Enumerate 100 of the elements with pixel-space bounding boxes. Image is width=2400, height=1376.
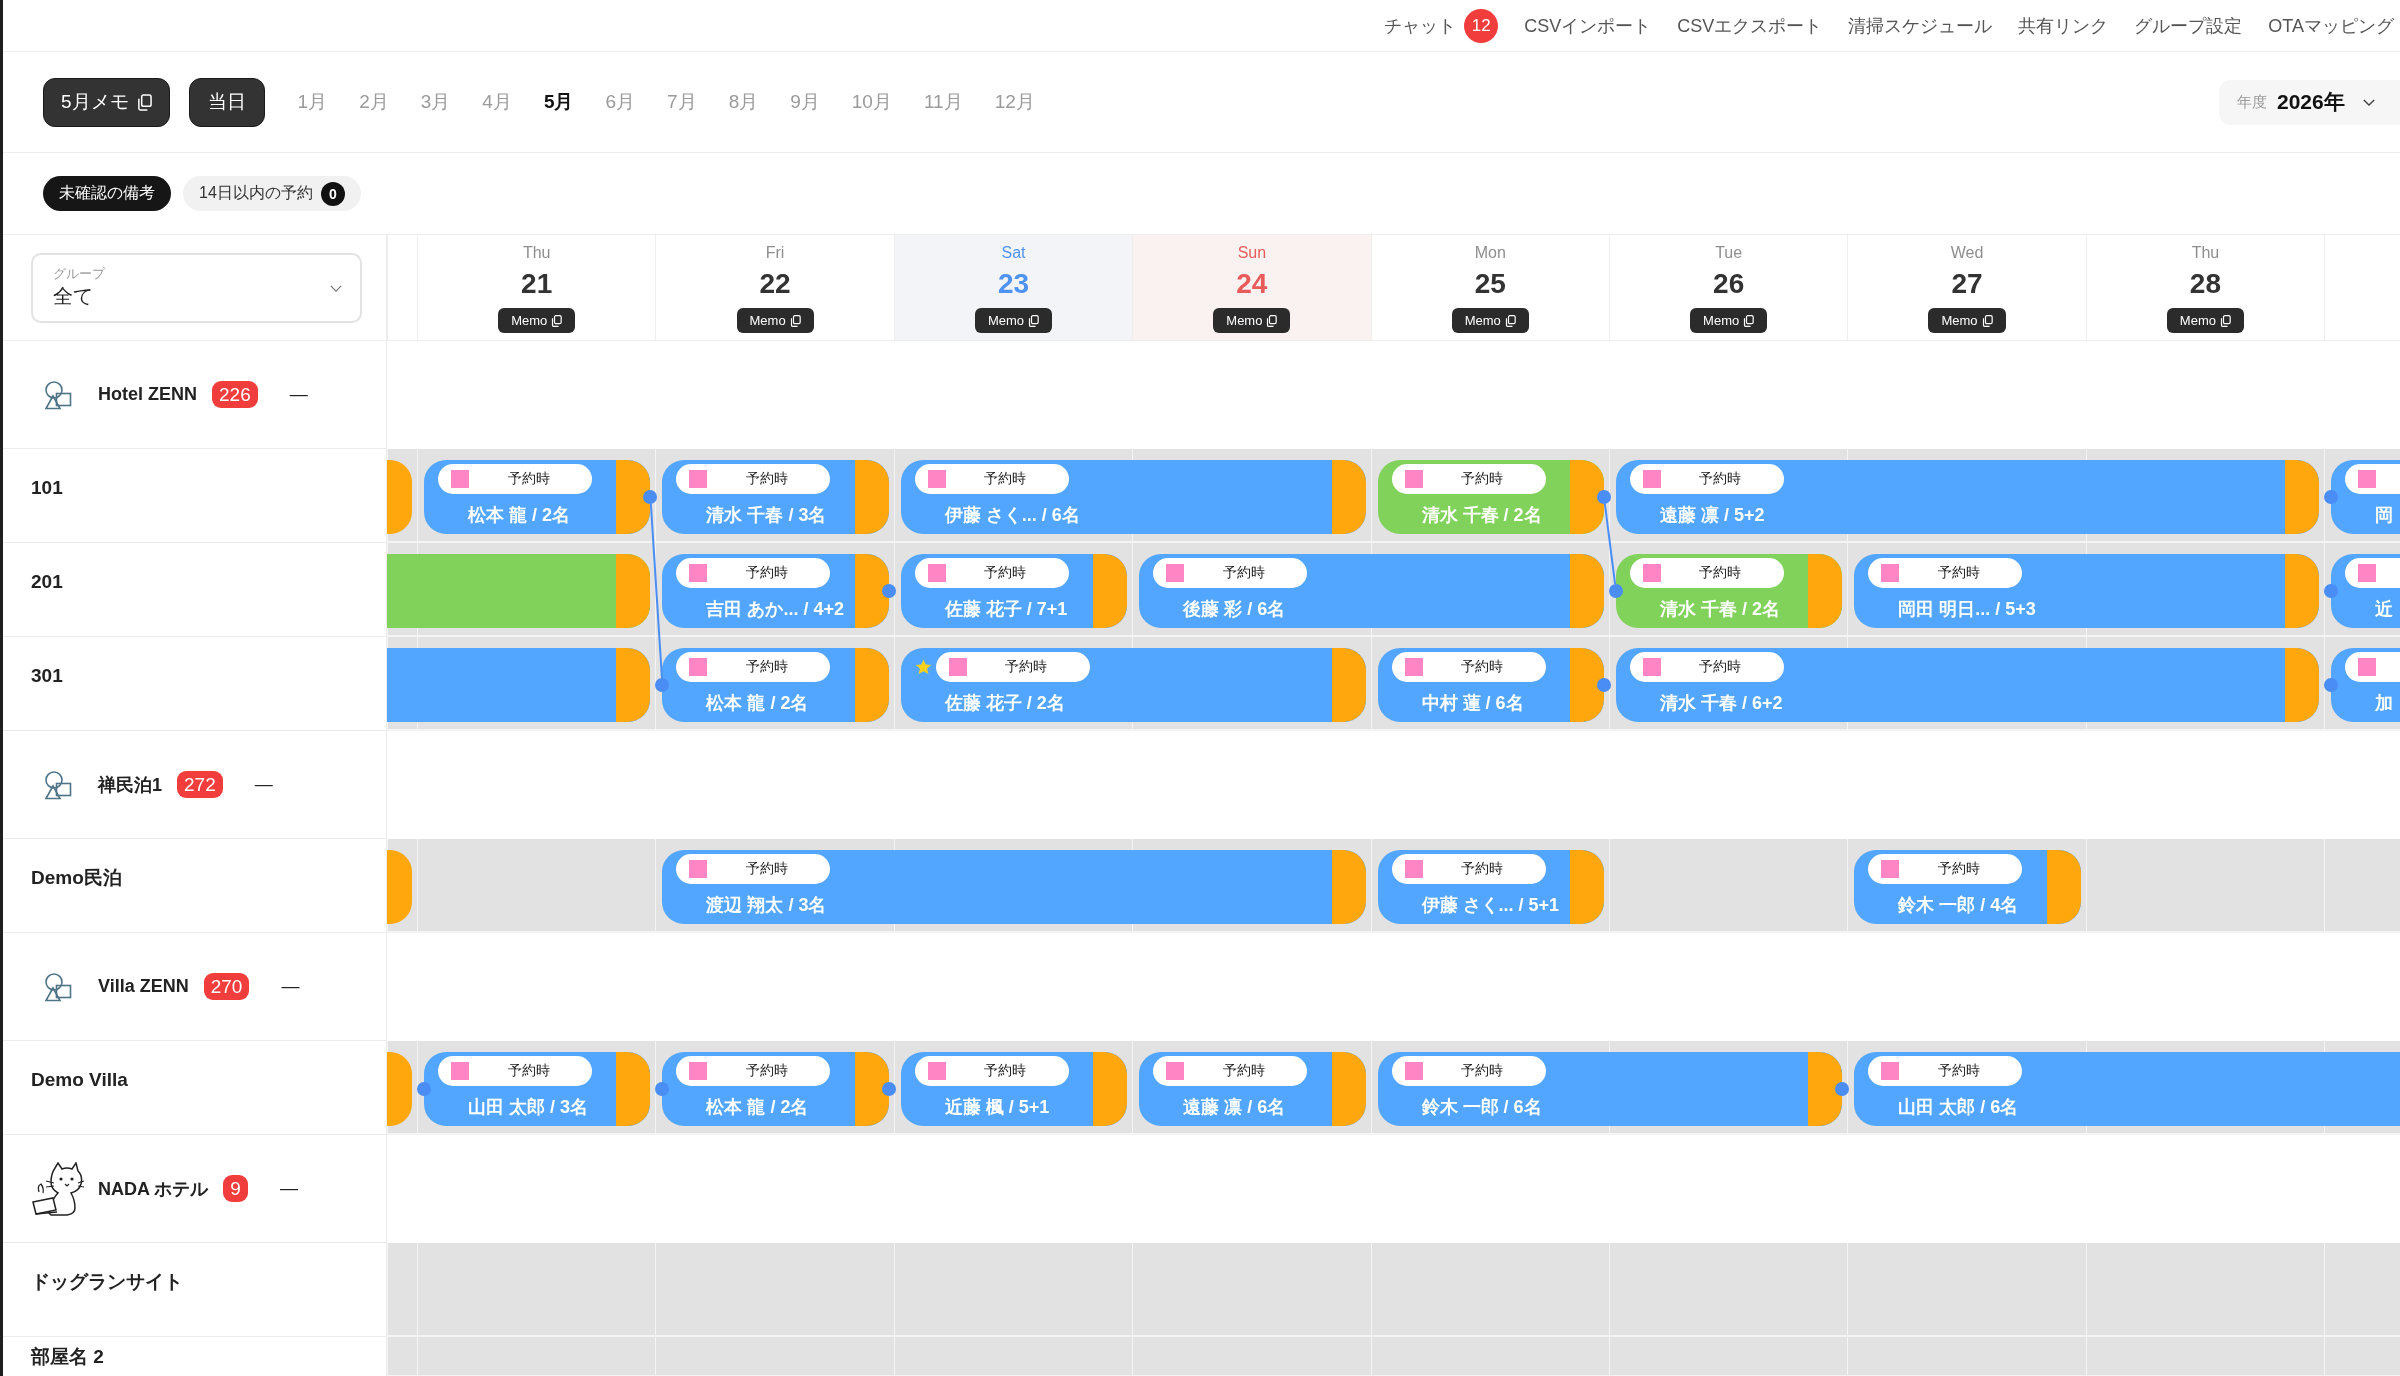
guest-label: 遠藤 凛 / 6名 [1183, 1096, 1286, 1119]
count-badge: 9 [223, 1175, 248, 1202]
tag-swatch-icon [1404, 1062, 1423, 1080]
guest-label: 山田 太郎 / 6名 [1898, 1096, 2019, 1119]
booking-bar[interactable]: 予約時 山田 太郎 / 3名 [424, 1052, 651, 1126]
memo-button[interactable]: Memo [498, 308, 576, 333]
room-name: Demo民泊 [31, 865, 122, 890]
booking-bar[interactable]: 予約時 鈴木 一郎 / 6名 [1377, 1052, 1843, 1126]
memo-button[interactable]: Memo [2166, 308, 2244, 333]
guest-label: 中村 蓮 / 6名 [1421, 692, 1524, 715]
booking-bar[interactable]: 予約時 清水 千春 / 3名 [662, 460, 889, 534]
tag-swatch-icon [689, 860, 708, 878]
booking-bar[interactable]: 予約時 清水 千春 / 2名 [1377, 460, 1604, 534]
collapse-button[interactable]: — [289, 384, 308, 405]
booking-bar[interactable]: 予約時 佐藤 花子 / 2名 [900, 648, 1366, 722]
booking-bar[interactable] [387, 648, 651, 722]
tag-label: 予約時 [1698, 470, 1743, 488]
tag-swatch-icon [689, 1062, 708, 1080]
tag-swatch-icon [689, 658, 708, 676]
memo-button[interactable]: Memo [1451, 308, 1529, 333]
tag-label: 予約時 [744, 658, 789, 676]
memo-button[interactable]: Memo [1213, 308, 1291, 333]
memo-button[interactable]: Memo [1690, 308, 1768, 333]
copy-icon [1981, 314, 1993, 327]
booking-bar[interactable]: 予約時 山田 太郎 / 6名 [1854, 1052, 2400, 1126]
memo-button[interactable]: Memo [974, 308, 1053, 333]
guest-label: 清水 千春 / 2名 [1421, 504, 1542, 527]
guest-label: 鈴木 一郎 / 4名 [1898, 894, 2019, 917]
weekday-label: Thu [2191, 243, 2220, 263]
booking-bar[interactable]: 予約時 松本 龍 / 2名 [662, 648, 889, 722]
tag-swatch-icon [451, 1062, 469, 1080]
collapse-button[interactable]: — [281, 976, 300, 997]
nav-link[interactable]: OTAマッピング [2268, 13, 2394, 38]
booking-bar[interactable]: 予約時 清水 千春 / 6+2 [1615, 648, 2320, 722]
guest-label: 伊藤 さく... / 6名 [944, 504, 1080, 527]
tag-swatch-icon [1642, 564, 1661, 582]
memo-button[interactable]: 5月メモ [43, 77, 170, 127]
year-select[interactable]: 年度 2026年 [2219, 79, 2400, 125]
chevron-icon [330, 284, 342, 292]
weekday-label: Mon [1474, 243, 1506, 263]
guest-label: 遠藤 凛 / 5+2 [1659, 504, 1765, 527]
guest-label: 岡 [2375, 504, 2394, 527]
guest-label: 吉田 あか... / 4+2 [706, 598, 844, 621]
tag-label: 予約時 [983, 564, 1028, 582]
weekday-label: Thu [522, 243, 551, 263]
booking-bar[interactable]: 予約時 近藤 楓 / 5+1 [900, 1052, 1128, 1126]
nav-link[interactable]: 清掃スケジュール [1848, 13, 1993, 38]
collapse-button[interactable]: — [254, 774, 273, 795]
tag-label: 予約時 [506, 470, 551, 488]
memo-button[interactable]: Memo [1928, 308, 2006, 333]
group-select[interactable]: グループ 全て [31, 253, 362, 323]
booking-bar[interactable]: 予約時 吉田 あか... / 4+2 [662, 554, 889, 628]
month-tab[interactable]: 5月 [543, 89, 574, 115]
booking-bar[interactable]: 予約時 伊藤 さく... / 5+1 [1377, 850, 1604, 924]
room-name: 201 [31, 570, 63, 593]
date-number: 27 [1951, 267, 1983, 301]
booking-bar[interactable]: 予約時 松本 龍 / 2名 [424, 460, 651, 534]
tag-swatch-icon [1642, 470, 1661, 488]
booking-bar[interactable]: 予約時 遠藤 凛 / 5+2 [1615, 460, 2320, 534]
group-select-label: グループ [53, 266, 105, 282]
date-number: 26 [1713, 267, 1745, 301]
tag-label: 予約時 [744, 470, 789, 488]
group-select-value: 全て [53, 284, 93, 309]
nav-link[interactable]: 共有リンク [2018, 13, 2109, 38]
count-badge: 270 [203, 973, 250, 1000]
guest-label: 清水 千春 / 3名 [706, 504, 827, 527]
tag-label: 予約時 [1936, 860, 1981, 878]
tag-swatch-icon [1881, 564, 1900, 582]
tag-swatch-icon [948, 658, 967, 676]
today-button[interactable]: 当日 [188, 77, 265, 127]
nav-link[interactable]: チャット [1384, 13, 1457, 38]
guest-label: 佐藤 花子 / 7+1 [944, 598, 1068, 621]
tag-swatch-icon [1404, 470, 1423, 488]
tag-swatch-icon [2358, 658, 2377, 676]
filter-chip[interactable]: 未確認の備考 [43, 176, 171, 211]
booking-bar[interactable]: 予約時 伊藤 さく... / 6名 [900, 460, 1366, 534]
booking-bar[interactable]: 予約時 清水 千春 / 2名 [1615, 554, 1843, 628]
booking-bar[interactable]: 予約時 後藤 彩 / 6名 [1139, 554, 1604, 628]
tag-label: 予約時 [1460, 1062, 1505, 1080]
collapse-button[interactable]: — [279, 1178, 298, 1199]
tag-label: 予約時 [1698, 564, 1743, 582]
date-number: 22 [759, 267, 791, 301]
booking-bar[interactable]: 予約時 佐藤 花子 / 7+1 [900, 554, 1128, 628]
guest-label: 後藤 彩 / 6名 [1183, 598, 1286, 621]
booking-bar[interactable]: 予約時 中村 蓮 / 6名 [1377, 648, 1604, 722]
nav-link[interactable]: グループ設定 [2134, 13, 2243, 38]
filter-chip[interactable]: 14日以内の予約 0 [183, 176, 361, 211]
guest-label: 近 [2375, 598, 2394, 621]
booking-bar[interactable]: 予約時 渡辺 翔太 / 3名 [662, 850, 1366, 924]
booking-bar[interactable]: 予約時 鈴木 一郎 / 4名 [1854, 850, 2081, 924]
booking-bar[interactable]: 予約時 遠藤 凛 / 6名 [1139, 1052, 1366, 1126]
copy-icon [1266, 314, 1278, 327]
weekday-label: Sun [1237, 243, 1267, 263]
booking-bar[interactable]: 予約時 松本 龍 / 2名 [662, 1052, 889, 1126]
tag-label: 予約時 [983, 470, 1028, 488]
memo-button[interactable]: Memo [736, 308, 814, 333]
nav-link[interactable]: CSVエクスポート [1677, 13, 1823, 38]
nav-link[interactable]: CSVインポート [1524, 13, 1652, 38]
booking-bar[interactable]: 予約時 岡田 明日... / 5+3 [1854, 554, 2320, 628]
group-name: Villa ZENN [98, 976, 189, 997]
